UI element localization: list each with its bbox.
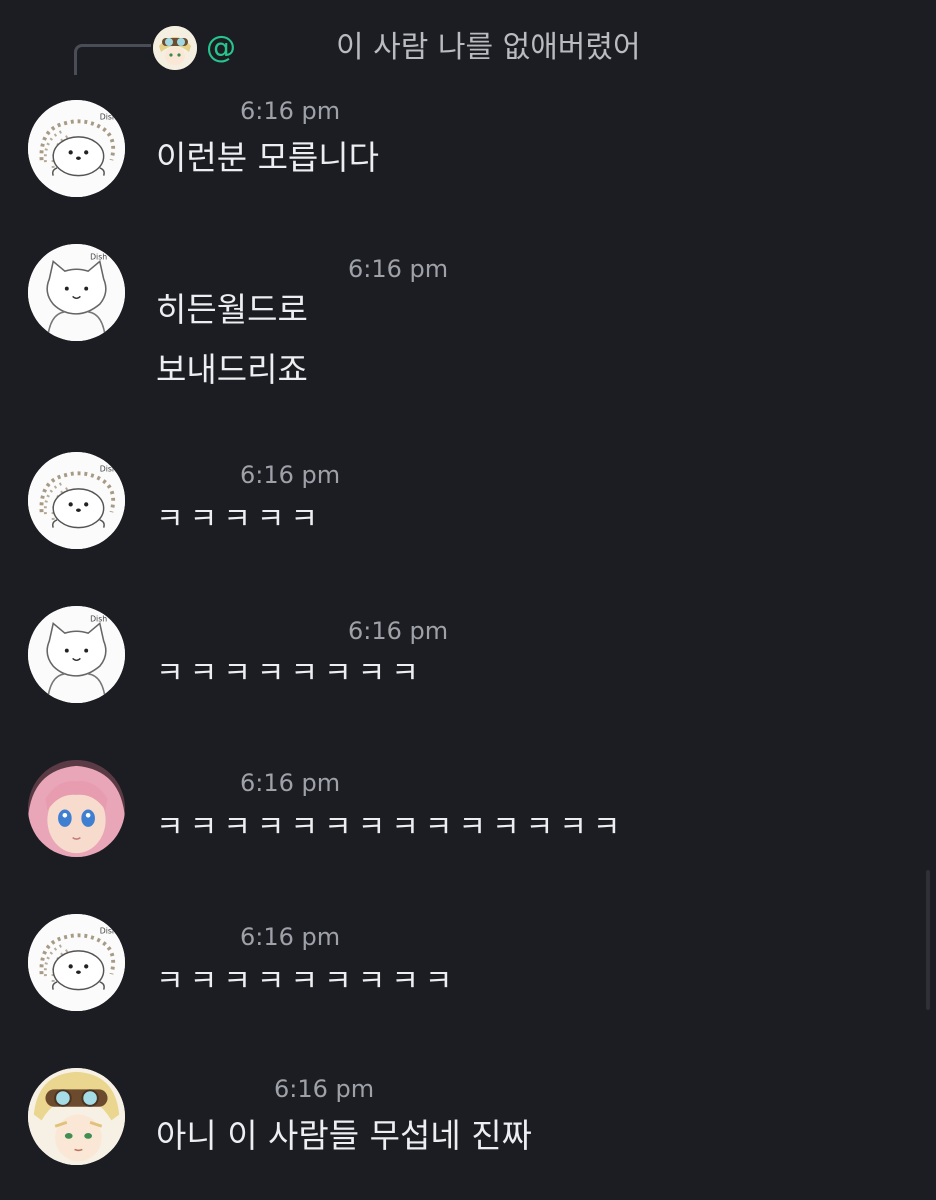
message-text: ㅋㅋㅋㅋㅋㅋㅋㅋㅋㅋㅋㅋㅋㅋ <box>156 810 627 845</box>
message-timestamp: 6:16 pm <box>274 1075 375 1103</box>
reply-connector-line <box>74 44 151 75</box>
message-text: ㅋㅋㅋㅋㅋㅋㅋㅋ <box>156 656 425 691</box>
message-text: 보내드리죠 <box>156 350 308 389</box>
message-timestamp: 6:16 pm <box>240 923 341 951</box>
message-text: 아니 이 사람들 무섭네 진짜 <box>156 1116 532 1155</box>
reply-reference[interactable]: @ 이 사람 나를 없애버렸어 <box>0 0 936 90</box>
message-timestamp: 6:16 pm <box>348 255 449 283</box>
hedgehog-avatar-icon: Dish <box>28 100 125 197</box>
cat-avatar[interactable]: Dish <box>28 244 125 341</box>
hedgehog-avatar[interactable]: Dish <box>28 914 125 1011</box>
pink-hair-anime-avatar[interactable] <box>28 760 125 857</box>
cat-avatar-icon: Dish <box>28 244 125 341</box>
goggles-anime-avatar[interactable] <box>28 1068 125 1165</box>
svg-text:Dish: Dish <box>100 112 117 121</box>
svg-text:Dish: Dish <box>90 253 107 262</box>
message-text: 이런분 모릅니다 <box>156 138 380 177</box>
hedgehog-avatar-icon: Dish <box>28 452 125 549</box>
message-text: ㅋㅋㅋㅋㅋㅋㅋㅋㅋ <box>156 964 459 999</box>
message-text: 히든월드로 <box>156 290 308 329</box>
goggles-anime-avatar-icon <box>28 1068 125 1165</box>
svg-text:Dish: Dish <box>100 926 117 935</box>
svg-text:Dish: Dish <box>90 615 107 624</box>
message-timestamp: 6:16 pm <box>240 769 341 797</box>
cat-avatar[interactable]: Dish <box>28 606 125 703</box>
message-timestamp: 6:16 pm <box>240 461 341 489</box>
pink-hair-anime-avatar-icon <box>28 760 125 857</box>
hedgehog-avatar-icon: Dish <box>28 914 125 1011</box>
message-timestamp: 6:16 pm <box>240 97 341 125</box>
reply-avatar[interactable] <box>153 26 197 70</box>
reply-preview-text[interactable]: 이 사람 나를 없애버렸어 <box>336 28 641 68</box>
hedgehog-avatar[interactable]: Dish <box>28 100 125 197</box>
cat-avatar-icon: Dish <box>28 606 125 703</box>
message-text: ㅋㅋㅋㅋㅋ <box>156 502 324 537</box>
message-timestamp: 6:16 pm <box>348 617 449 645</box>
reply-mention[interactable]: @ <box>206 28 236 68</box>
scrollbar[interactable] <box>926 870 930 1010</box>
svg-text:Dish: Dish <box>100 464 117 473</box>
hedgehog-avatar[interactable]: Dish <box>28 452 125 549</box>
goggles-anime-avatar-icon <box>153 26 197 70</box>
